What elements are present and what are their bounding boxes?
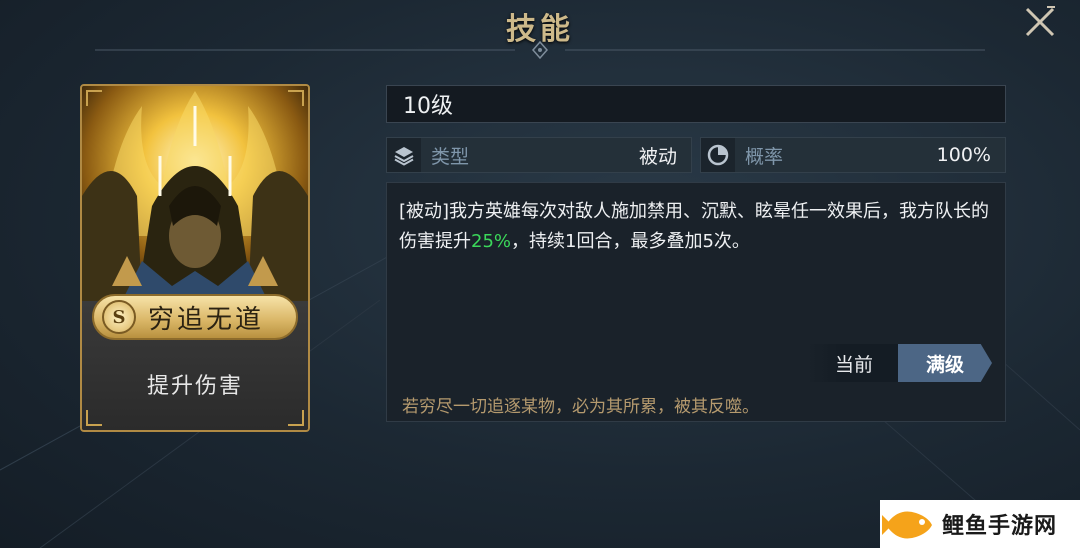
skill-probability-row: 概率 100%	[700, 137, 1006, 173]
skill-level-text: 10级	[403, 94, 453, 119]
card-corner-ornament	[288, 90, 304, 106]
flavor-text: 若穷尽一切追逐某物，必为其所累，被其反噬。	[402, 397, 759, 417]
skill-description-panel: [被动]我方英雄每次对敌人施加禁用、沉默、眩晕任一效果后，我方队长的伤害提升25…	[386, 182, 1006, 422]
close-icon	[1025, 6, 1055, 37]
card-corner-ornament	[288, 410, 304, 426]
skill-type-label: 类型	[431, 145, 470, 168]
tab-max-level[interactable]: 满级	[898, 344, 992, 382]
description-highlight: 25%	[471, 231, 512, 252]
description-text-end: ，持续1回合，最多叠加5次。	[511, 231, 750, 252]
skill-subtitle: 提升伤害	[146, 374, 243, 399]
fish-logo-icon	[882, 511, 932, 539]
skill-type-value: 被动	[638, 145, 677, 168]
card-corner-ornament	[86, 90, 102, 106]
skill-probability-value: 100%	[936, 144, 991, 166]
skill-artwork	[82, 86, 308, 301]
watermark: 鲤鱼手游网	[880, 500, 1080, 548]
skill-name-plate: S 穷追无道	[92, 294, 298, 340]
skill-level: 10级	[386, 85, 1006, 123]
skill-type-row: 类型 被动	[386, 137, 692, 173]
skill-name: 穷追无道	[147, 304, 264, 335]
card-corner-ornament	[86, 410, 102, 426]
close-button[interactable]	[1020, 2, 1060, 42]
pie-chart-icon	[701, 138, 735, 172]
rank-badge: S	[102, 300, 136, 334]
skill-description: [被动]我方英雄每次对敌人施加禁用、沉默、眩晕任一效果后，我方队长的伤害提升25…	[399, 197, 995, 257]
layers-icon	[387, 138, 421, 172]
watermark-text: 鲤鱼手游网	[942, 514, 1058, 539]
skill-probability-label: 概率	[745, 145, 784, 168]
skill-card: S 穷追无道 提升伤害	[80, 84, 310, 432]
title-divider	[95, 40, 985, 60]
tab-current[interactable]: 当前	[806, 344, 902, 382]
